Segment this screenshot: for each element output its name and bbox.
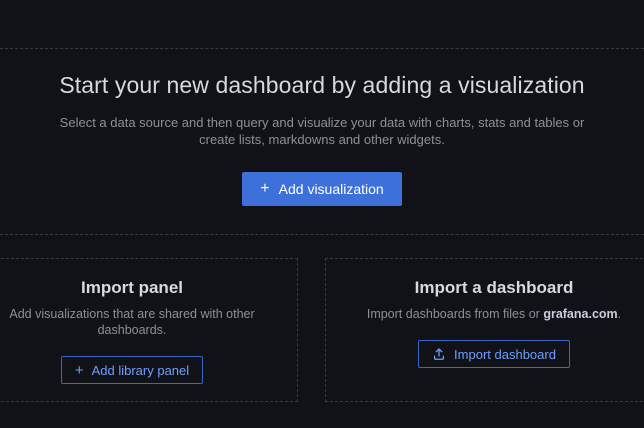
add-library-panel-button[interactable]: + Add library panel: [61, 356, 203, 384]
add-library-panel-button-label: Add library panel: [92, 363, 190, 378]
upload-icon: [432, 347, 446, 361]
plus-icon: +: [75, 363, 84, 378]
import-dashboard-subtitle-suffix: .: [618, 307, 621, 321]
import-dashboard-subtitle-prefix: Import dashboards from files or: [367, 307, 543, 321]
add-visualization-button[interactable]: + Add visualization: [242, 172, 401, 206]
import-dashboard-card: Import a dashboard Import dashboards fro…: [325, 258, 644, 402]
import-dashboard-subtitle: Import dashboards from files or grafana.…: [367, 306, 621, 322]
import-panel-title: Import panel: [81, 278, 183, 298]
import-dashboard-button[interactable]: Import dashboard: [418, 340, 570, 368]
page-title: Start your new dashboard by adding a vis…: [59, 72, 584, 99]
import-panel-subtitle: Add visualizations that are shared with …: [6, 306, 258, 338]
add-visualization-button-label: Add visualization: [279, 181, 384, 197]
import-dashboard-title: Import a dashboard: [415, 278, 574, 298]
import-dashboard-button-label: Import dashboard: [454, 347, 556, 362]
grafana-com-link[interactable]: grafana.com: [543, 307, 617, 321]
add-visualization-cta-panel: Start your new dashboard by adding a vis…: [0, 48, 644, 235]
new-dashboard-page: Start your new dashboard by adding a vis…: [0, 0, 644, 428]
plus-icon: +: [260, 181, 269, 197]
import-panel-card: Import panel Add visualizations that are…: [0, 258, 298, 402]
page-subtitle: Select a data source and then query and …: [50, 114, 595, 148]
